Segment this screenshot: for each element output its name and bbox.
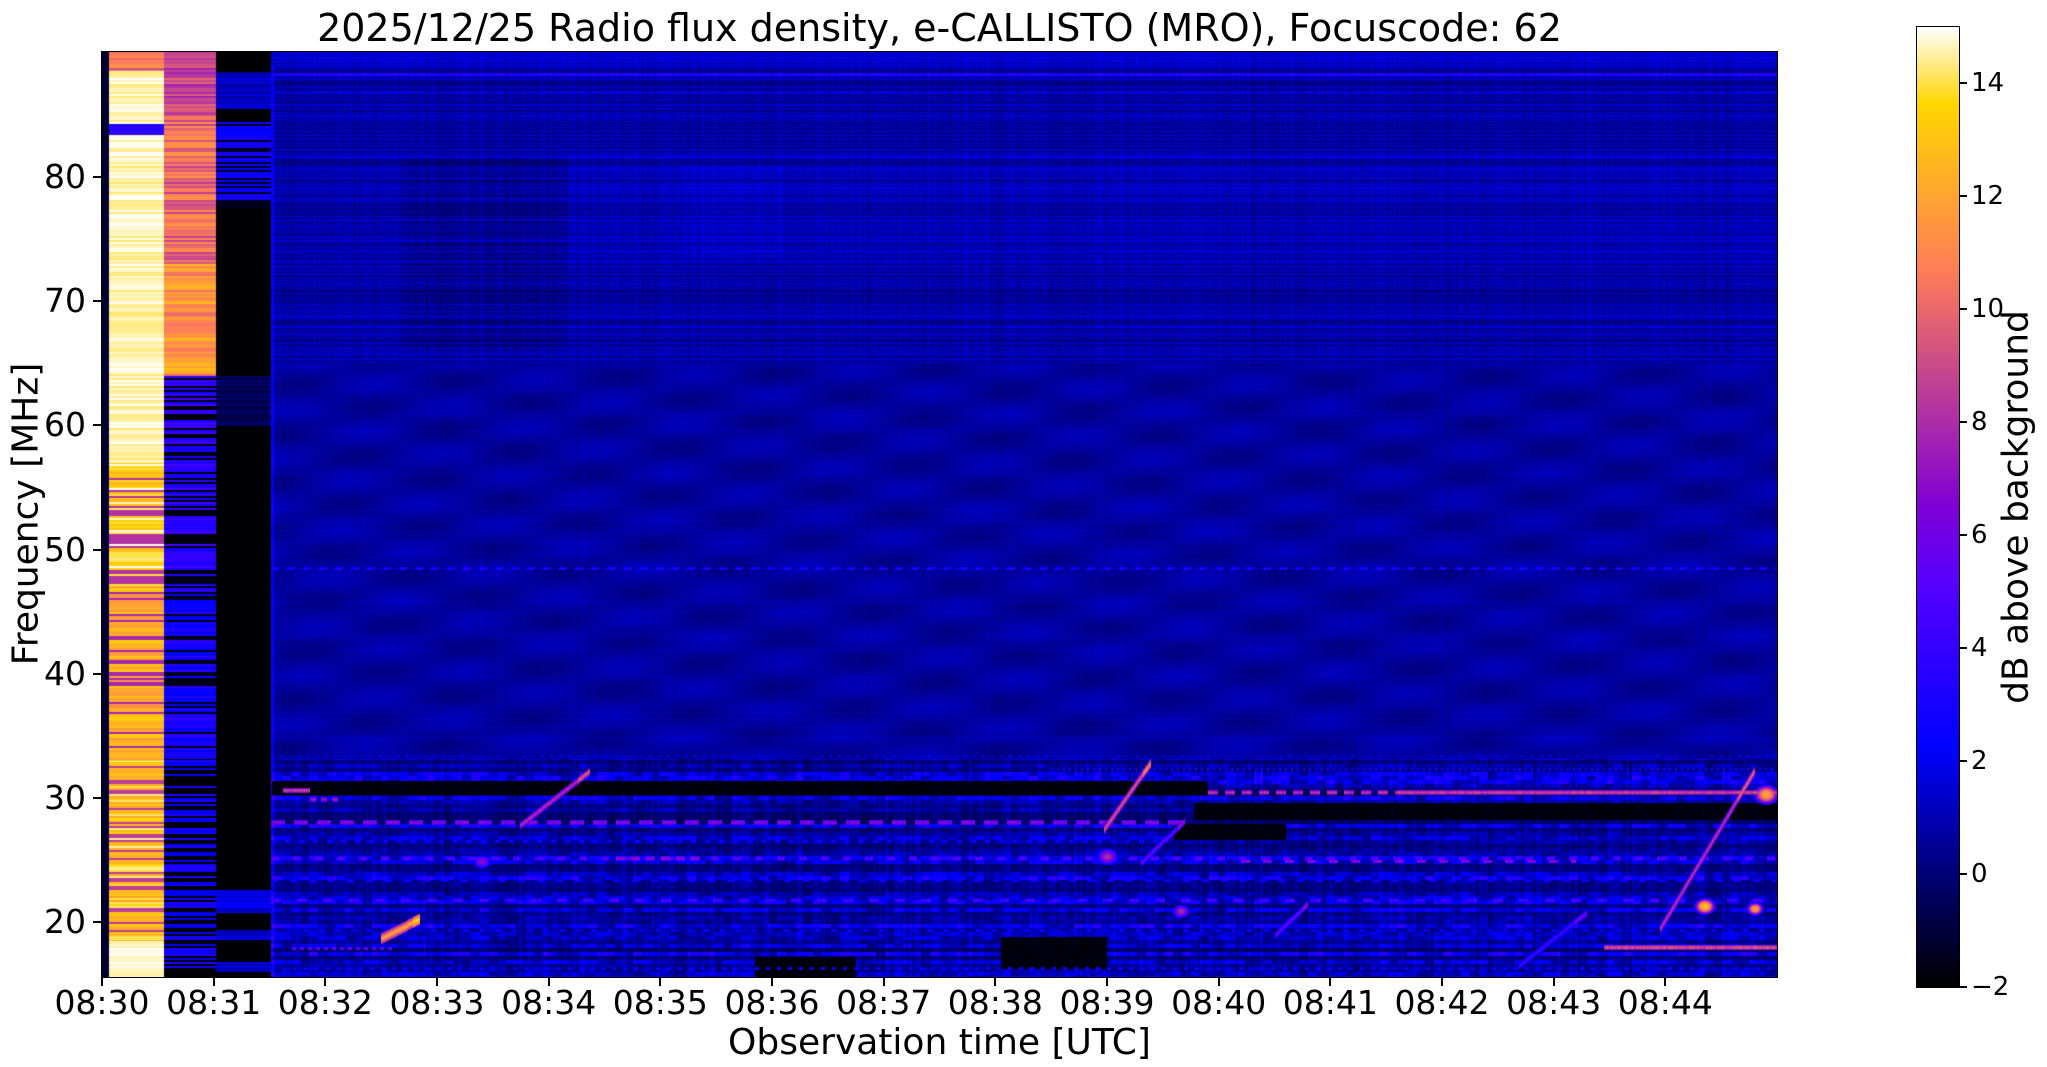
colorbar-tick-mark [1959,986,1967,988]
y-tick-mark [93,921,102,924]
colorbar-tick-mark [1959,308,1967,311]
colorbar-tick-mark [1959,760,1967,763]
colorbar-tick-mark [1959,534,1967,537]
y-tick-mark [93,424,102,427]
y-axis-label: Frequency [MHz] [5,362,47,666]
colorbar [1916,26,1960,988]
spectrogram-plot [101,51,1778,978]
colorbar-tick-label: 14 [1971,68,2005,99]
colorbar-label: dB above background [1995,310,2037,704]
colorbar-tick-label: 2 [1971,746,1988,777]
y-tick-mark [93,548,102,551]
colorbar-tick-label: −2 [1971,972,2010,1002]
colorbar-tick-mark [1959,195,1967,198]
y-tick-label: 30 [44,777,86,817]
colorbar-tick-label: 12 [1971,181,2005,212]
spectrogram-canvas [102,52,1777,977]
colorbar-tick-mark [1959,82,1967,85]
colorbar-tick-mark [1959,647,1967,650]
y-tick-label: 70 [44,281,86,321]
plot-title: 2025/12/25 Radio flux density, e-CALLIST… [317,6,1562,50]
colorbar-canvas [1917,27,1959,987]
colorbar-tick-mark [1959,873,1967,876]
colorbar-tick-label: 0 [1971,859,1988,890]
y-tick-mark [93,796,102,799]
y-tick-mark [93,300,102,303]
y-tick-label: 20 [44,902,86,942]
spectrogram-figure: 2025/12/25 Radio flux density, e-CALLIST… [0,0,2047,1067]
x-tick-label: 08:44 [1617,983,1713,1022]
y-tick-mark [93,175,102,178]
x-axis-label: Observation time [UTC] [728,1022,1151,1063]
colorbar-tick-mark [1959,421,1967,424]
y-tick-mark [93,672,102,675]
y-tick-label: 80 [44,156,86,196]
